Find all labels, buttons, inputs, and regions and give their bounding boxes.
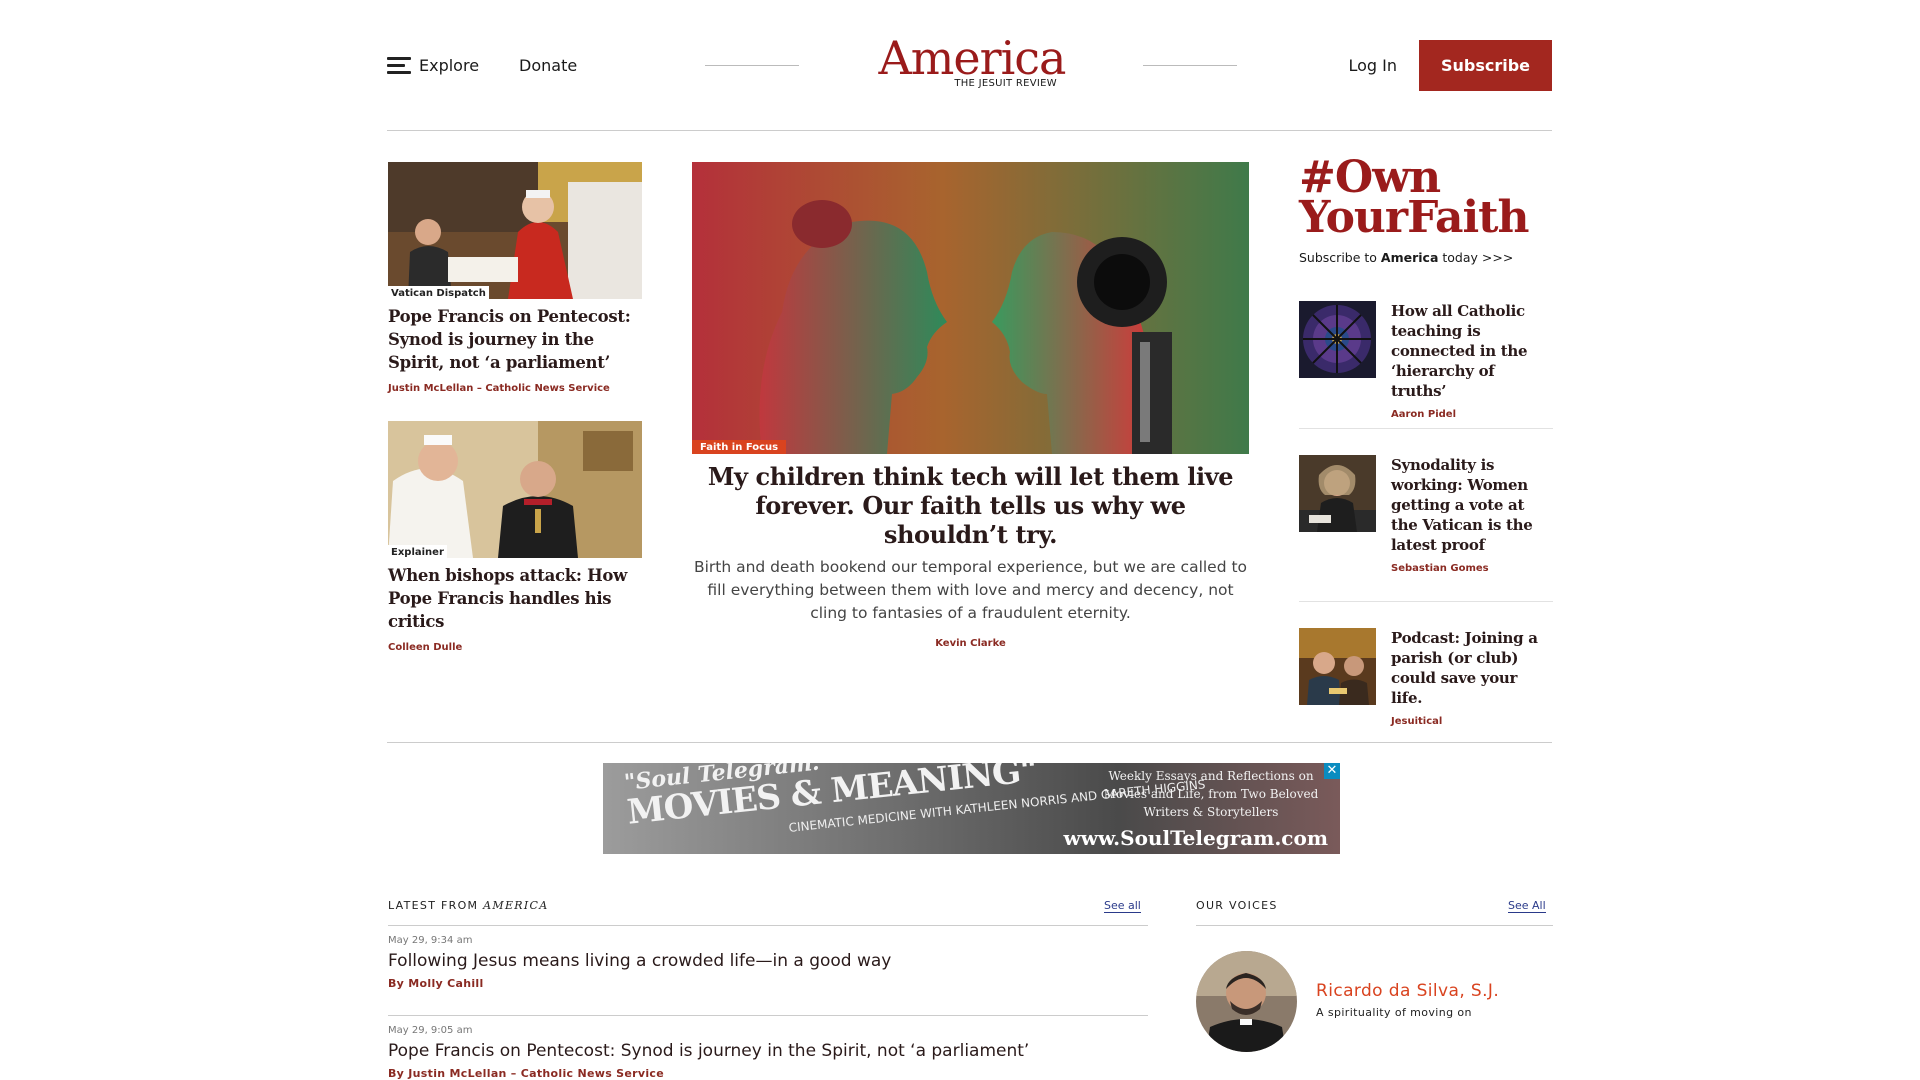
close-icon[interactable]: ✕ (1324, 763, 1340, 779)
side-article-title[interactable]: How all Catholic teaching is connected i… (1391, 301, 1553, 401)
article-card[interactable]: Explainer When bishops attack: How Pope … (388, 421, 642, 653)
article-byline[interactable]: Justin McLellan – Catholic News Service (388, 383, 642, 394)
list-item[interactable]: May 29, 9:05 am Pope Francis on Pentecos… (388, 1025, 1148, 1080)
voices-section-label: OUR VOICES (1196, 899, 1278, 912)
login-link[interactable]: Log In (1348, 56, 1397, 75)
voice-name[interactable]: Ricardo da Silva, S.J. (1316, 981, 1499, 1001)
feature-dek: Birth and death bookend our temporal exp… (693, 558, 1248, 622)
latest-rule (388, 925, 1148, 926)
latest-section-label: LATEST FROM AMERICA (388, 899, 548, 912)
article-title[interactable]: Pope Francis on Pentecost: Synod is jour… (388, 305, 642, 374)
article-byline[interactable]: Colleen Dulle (388, 642, 642, 653)
list-item-title[interactable]: Pope Francis on Pentecost: Synod is jour… (388, 1041, 1148, 1061)
section-rule (387, 742, 1552, 743)
voices-rule (1196, 925, 1553, 926)
own-your-faith-promo[interactable]: #Own YourFaith Subscribe to America toda… (1299, 156, 1553, 266)
side-article[interactable]: Synodality is working: Women getting a v… (1299, 455, 1553, 574)
feature-article[interactable]: Faith in Focus My children think tech wi… (692, 162, 1249, 649)
list-item-title[interactable]: Following Jesus means living a crowded l… (388, 951, 1148, 971)
promo-sub-brand: America (1380, 250, 1439, 265)
feature-image[interactable]: Faith in Focus (692, 162, 1249, 454)
side-article-text: Synodality is working: Women getting a v… (1391, 455, 1553, 574)
explore-label: Explore (419, 56, 480, 75)
list-item-byline[interactable]: By Molly Cahill (388, 977, 1148, 990)
side-article-text: Podcast: Joining a parish (or club) coul… (1391, 628, 1553, 727)
side-divider (1299, 428, 1553, 429)
side-article[interactable]: Podcast: Joining a parish (or club) coul… (1299, 628, 1553, 727)
list-item[interactable]: May 29, 9:34 am Following Jesus means li… (388, 935, 1148, 990)
promo-title: #Own YourFaith (1299, 156, 1553, 243)
feature-tag[interactable]: Faith in Focus (692, 440, 787, 454)
article-tag[interactable]: Explainer (388, 545, 447, 558)
donate-link[interactable]: Donate (519, 56, 577, 75)
article-title[interactable]: When bishops attack: How Pope Francis ha… (388, 564, 642, 633)
side-article-title[interactable]: Podcast: Joining a parish (or club) coul… (1391, 628, 1553, 708)
avatar[interactable] (1196, 951, 1297, 1052)
header-rule (387, 130, 1552, 131)
voice-card[interactable]: Ricardo da Silva, S.J. A spirituality of… (1196, 951, 1553, 1054)
explore-menu-button[interactable]: Explore (387, 56, 479, 75)
advertisement-banner[interactable]: "Soul Telegram: MOVIES & MEANING" CINEMA… (603, 763, 1340, 854)
site-logo[interactable]: America THE JESUIT REVIEW (872, 31, 1072, 89)
site-header: Explore Donate America THE JESUIT REVIEW… (387, 34, 1552, 94)
header-divider-left (705, 65, 799, 66)
side-article-byline[interactable]: Sebastian Gomes (1391, 563, 1553, 574)
side-article-text: How all Catholic teaching is connected i… (1391, 301, 1553, 420)
subscribe-button[interactable]: Subscribe (1419, 40, 1552, 91)
logo-tagline: THE JESUIT REVIEW (954, 78, 1057, 89)
list-item-byline[interactable]: By Justin McLellan – Catholic News Servi… (388, 1067, 1148, 1080)
latest-label-prefix: LATEST FROM (388, 899, 484, 912)
header-nav-right: Log In Subscribe (1348, 40, 1552, 91)
side-divider (1299, 601, 1553, 602)
side-article-image[interactable] (1299, 455, 1376, 532)
promo-sub-prefix: Subscribe to (1299, 250, 1381, 265)
ad-url: www.SoulTelegram.com (1063, 826, 1328, 850)
promo-title-line: YourFaith (1299, 192, 1529, 243)
hamburger-icon (387, 56, 411, 75)
list-item-time: May 29, 9:05 am (388, 1025, 473, 1036)
promo-sub-suffix: today >>> (1438, 250, 1514, 265)
promo-subscribe-link[interactable]: Subscribe to America today >>> (1299, 250, 1553, 265)
logo-wordmark: America (878, 31, 1067, 85)
feature-byline[interactable]: Kevin Clarke (692, 638, 1249, 649)
list-divider (388, 1015, 1148, 1016)
side-article-image[interactable] (1299, 628, 1376, 705)
voices-see-all-link[interactable]: See All (1508, 899, 1546, 913)
header-nav-left: Explore Donate (387, 56, 577, 75)
article-card[interactable]: Vatican Dispatch Pope Francis on Penteco… (388, 162, 642, 394)
side-article-title[interactable]: Synodality is working: Women getting a v… (1391, 455, 1553, 555)
side-article-byline[interactable]: Aaron Pidel (1391, 409, 1553, 420)
article-image[interactable]: Vatican Dispatch (388, 162, 642, 299)
latest-see-all-link[interactable]: See all (1104, 899, 1141, 913)
ad-description: Weekly Essays and Reflections on Movies … (1103, 769, 1319, 819)
side-article-byline[interactable]: Jesuitical (1391, 716, 1553, 727)
article-tag[interactable]: Vatican Dispatch (388, 286, 489, 299)
list-item-time: May 29, 9:34 am (388, 935, 473, 946)
feature-title[interactable]: My children think tech will let them liv… (692, 462, 1249, 549)
side-article-image[interactable] (1299, 301, 1376, 378)
side-article[interactable]: How all Catholic teaching is connected i… (1299, 301, 1553, 420)
latest-label-brand: AMERICA (483, 899, 549, 912)
header-divider-right (1143, 65, 1237, 66)
article-image[interactable]: Explainer (388, 421, 642, 558)
voice-subtitle[interactable]: A spirituality of moving on (1316, 1006, 1472, 1019)
